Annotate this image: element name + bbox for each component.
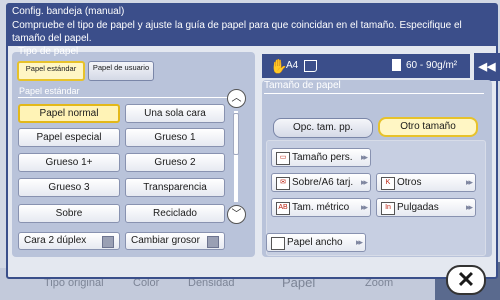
close-button[interactable]: ✕ <box>446 265 486 295</box>
thick3-button[interactable]: Grueso 3 <box>18 178 120 197</box>
chevron-right-icon: ▸▸ <box>360 202 368 212</box>
other-sizes-label: Otros <box>397 177 422 188</box>
collapse-arrow-button[interactable]: ◀◀ <box>474 53 500 81</box>
wide-paper-icon <box>271 237 285 250</box>
paper-orientation-icon <box>304 60 317 72</box>
scroll-down-button[interactable]: ﹀ <box>227 205 246 224</box>
chevron-up-icon: ︿ <box>231 93 242 104</box>
tab-other-size[interactable]: Otro tamaño <box>378 117 478 137</box>
chevron-right-icon: ▸▸ <box>355 237 363 247</box>
tray-status-bar: ✋ A4 60 - 90g/m² <box>262 54 470 78</box>
inch-size-icon: In <box>381 202 395 215</box>
paper-weight-value: 60 - 90g/m² <box>406 60 458 71</box>
paper-size-value: A4 <box>286 60 299 71</box>
standard-paper-section-label: Papel estándar <box>18 85 228 98</box>
checkbox-icon <box>207 236 219 248</box>
scroll-up-button[interactable]: ︿ <box>227 89 246 108</box>
paper-sheet-icon <box>392 59 401 71</box>
tab-size-options[interactable]: Opc. tam. pp. <box>273 118 373 138</box>
envelope-a6-button[interactable]: ✉ Sobre/A6 tarj. ▸▸ <box>271 173 371 192</box>
thick1-button[interactable]: Grueso 1 <box>125 128 225 147</box>
recycled-button[interactable]: Reciclado <box>125 204 225 223</box>
chevron-right-icon: ▸▸ <box>360 152 368 162</box>
wide-paper-button[interactable]: Papel ancho ▸▸ <box>266 233 366 252</box>
paper-type-label: Tipo de papel <box>18 46 79 57</box>
tab-standard-paper[interactable]: Papel estándar <box>17 61 85 81</box>
chevron-right-icon: ▸▸ <box>360 177 368 187</box>
metric-size-label: Tam. métrico <box>292 202 350 213</box>
tab-user-paper[interactable]: Papel de usuario <box>88 61 154 81</box>
paper-size-label: Tamaño de papel <box>264 80 484 94</box>
chevron-right-icon: ▸▸ <box>465 177 473 187</box>
chevron-right-icon: ▸▸ <box>465 202 473 212</box>
single-side-button[interactable]: Una sola cara <box>125 104 225 123</box>
envelope-button[interactable]: Sobre <box>18 204 120 223</box>
duplex-side2-checkbox[interactable]: Cara 2 dúplex <box>18 232 120 250</box>
envelope-icon: ✉ <box>276 177 290 190</box>
other-size-icon: K <box>381 177 395 190</box>
dialog-title: Config. bandeja (manual) <box>8 5 496 18</box>
inch-size-label: Pulgadas <box>397 202 439 213</box>
other-sizes-button[interactable]: K Otros ▸▸ <box>376 173 476 192</box>
paper-normal-button[interactable]: Papel normal <box>18 104 120 123</box>
custom-size-button[interactable]: ▭ Tamaño pers. ▸▸ <box>271 148 371 167</box>
change-thickness-checkbox[interactable]: Cambiar grosor <box>125 232 225 250</box>
wide-paper-label: Papel ancho <box>287 237 343 248</box>
hand-icon: ✋ <box>270 58 288 74</box>
thick2-button[interactable]: Grueso 2 <box>125 153 225 172</box>
transparency-button[interactable]: Transparencia <box>125 178 225 197</box>
special-paper-button[interactable]: Papel especial <box>18 128 120 147</box>
metric-size-button[interactable]: AB Tam. métrico ▸▸ <box>271 198 371 217</box>
custom-size-icon: ▭ <box>276 152 290 165</box>
scrollbar-thumb[interactable] <box>233 113 239 155</box>
close-icon: ✕ <box>456 267 476 292</box>
checkbox-icon <box>102 236 114 248</box>
custom-size-label: Tamaño pers. <box>292 152 353 163</box>
chevron-down-icon: ﹀ <box>231 209 242 220</box>
metric-size-icon: AB <box>276 202 290 215</box>
envelope-a6-label: Sobre/A6 tarj. <box>292 177 354 188</box>
thick1-plus-button[interactable]: Grueso 1+ <box>18 153 120 172</box>
duplex-side2-label: Cara 2 dúplex <box>24 235 87 246</box>
dialog-message: Compruebe el tipo de papel y ajuste la g… <box>8 18 496 46</box>
change-thickness-label: Cambiar grosor <box>131 235 200 246</box>
inch-size-button[interactable]: In Pulgadas ▸▸ <box>376 198 476 217</box>
double-chevron-left-icon: ◀◀ <box>478 61 496 73</box>
